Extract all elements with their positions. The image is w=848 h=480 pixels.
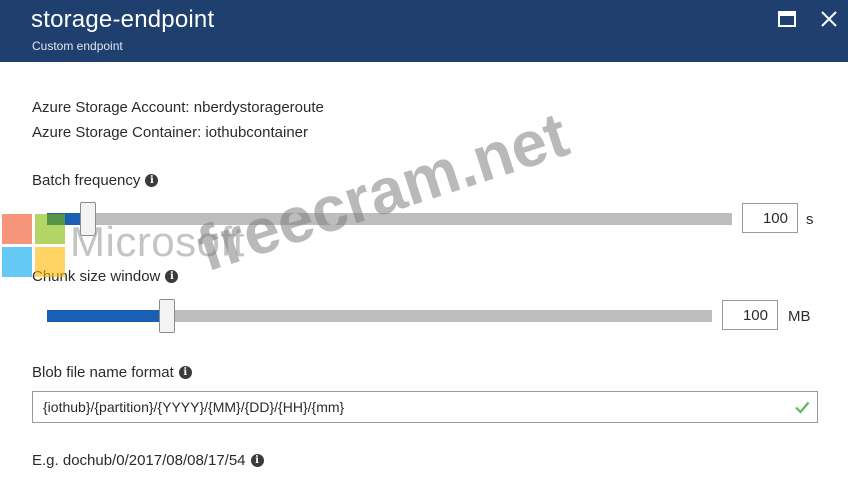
batch-frequency-slider[interactable] [47,202,732,236]
info-icon[interactable]: i [165,270,179,283]
microsoft-watermark-text: Microsoft [70,218,245,265]
chunk-size-unit: MB [788,308,811,325]
batch-frequency-slider-thumb[interactable] [80,202,96,236]
close-icon[interactable] [816,8,842,30]
maximize-icon[interactable] [774,8,800,30]
info-icon[interactable]: i [145,174,159,187]
microsoft-logo-icon [2,214,66,278]
chunk-size-slider-thumb[interactable] [159,299,175,333]
batch-frequency-label-text: Batch frequency [32,172,141,189]
example-value: E.g. dochub/0/2017/08/08/17/54 [32,452,246,469]
batch-frequency-unit: s [806,211,814,228]
blade-subtitle: Custom endpoint [32,39,123,53]
blob-format-label: Blob file name format i [32,364,192,381]
example-text: E.g. dochub/0/2017/08/08/17/54 i [32,452,264,469]
info-icon[interactable]: i [178,366,192,379]
checkmark-icon [795,401,810,414]
batch-frequency-label: Batch frequency i [32,172,159,189]
chunk-size-slider-fill [47,310,167,322]
blob-format-label-text: Blob file name format [32,364,174,381]
blade-header: storage-endpoint Custom endpoint [0,0,848,62]
chunk-size-slider[interactable] [47,299,712,333]
chunk-size-input[interactable]: 100 [722,300,778,330]
batch-frequency-input[interactable]: 100 [742,203,798,233]
info-icon[interactable]: i [250,454,264,467]
blade-title: storage-endpoint [31,6,215,33]
blob-format-input[interactable]: {iothub}/{partition}/{YYYY}/{MM}/{DD}/{H… [32,391,818,423]
storage-container-text: Azure Storage Container: iothubcontainer [32,124,309,141]
blob-format-value: {iothub}/{partition}/{YYYY}/{MM}/{DD}/{H… [43,399,345,415]
storage-account-text: Azure Storage Account: nberdystoragerout… [32,99,324,116]
